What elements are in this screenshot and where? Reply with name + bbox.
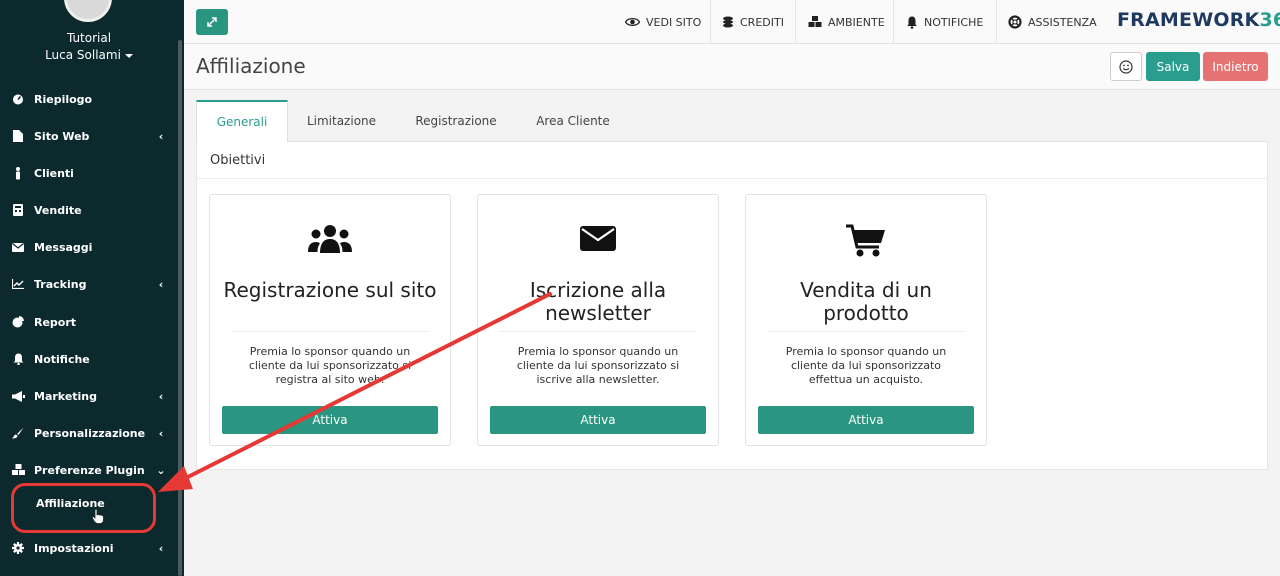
annotation-arrow [158,292,552,492]
